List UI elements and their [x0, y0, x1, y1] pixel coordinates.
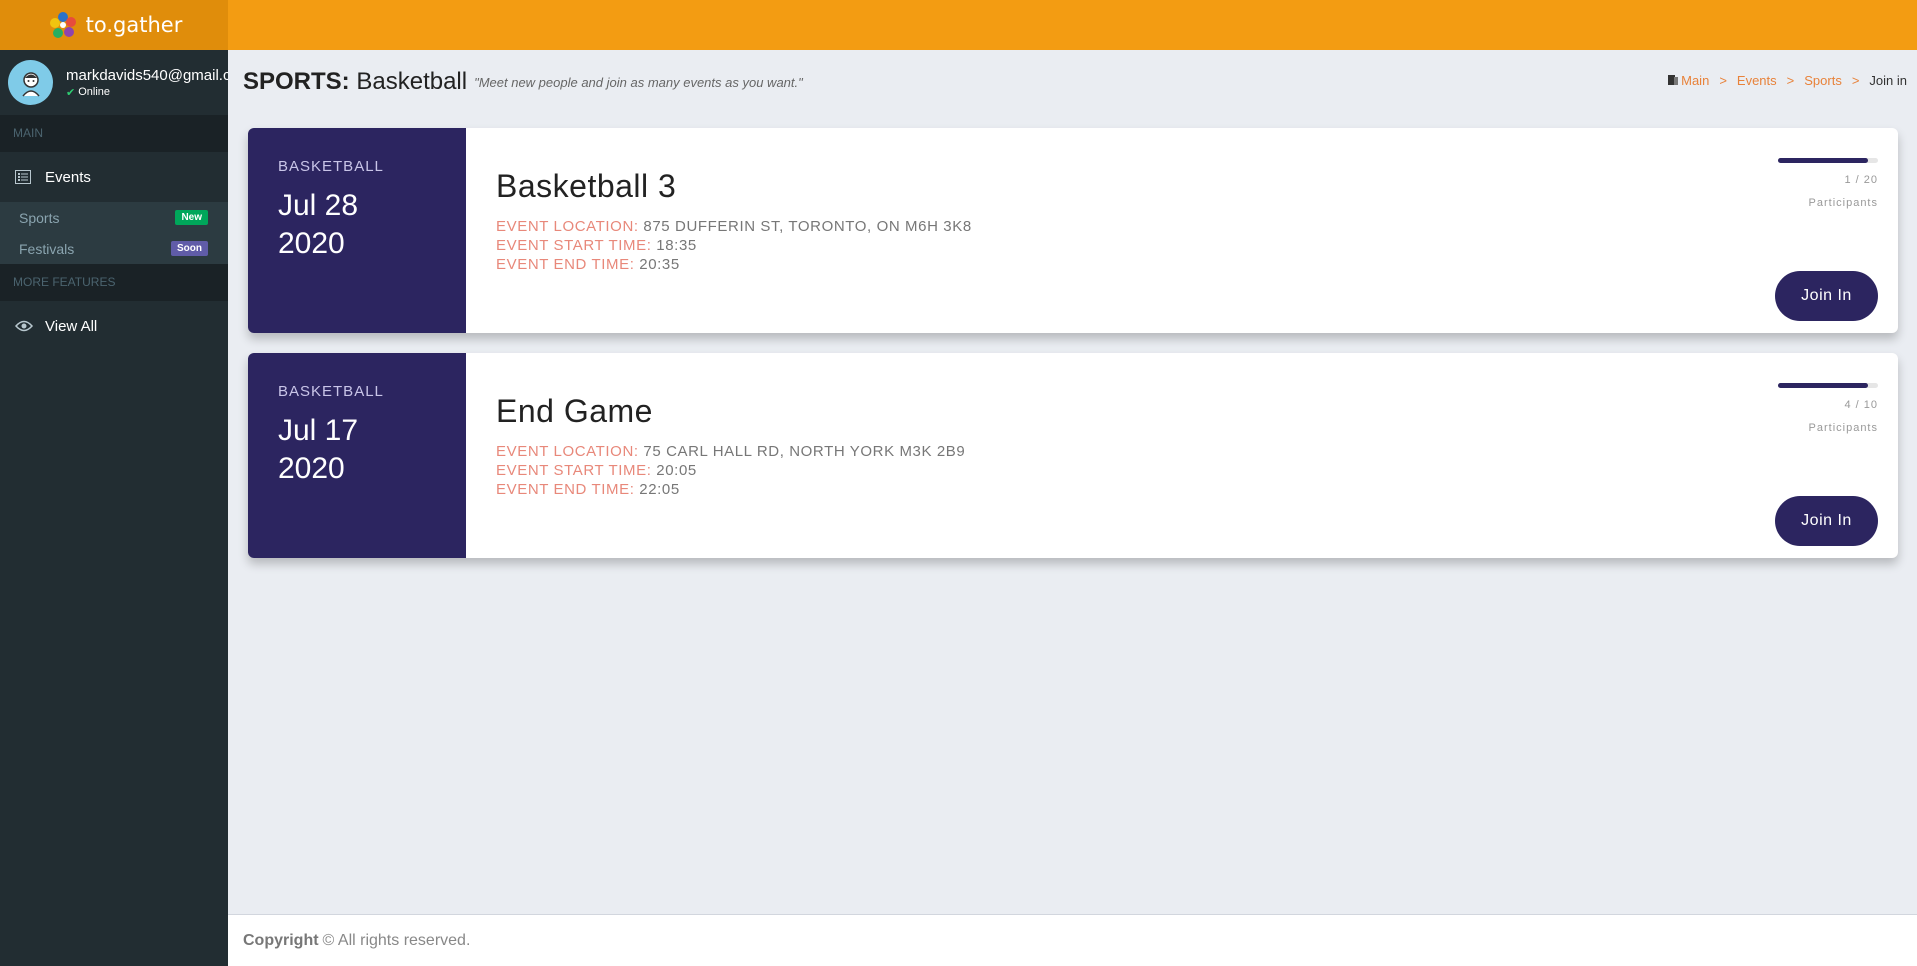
eye-icon [15, 320, 33, 332]
list-icon [15, 170, 33, 184]
event-date-panel: BASKETBALL Jul 28 2020 [248, 128, 466, 333]
status-badge: New [175, 210, 208, 225]
event-card: BASKETBALL Jul 28 2020 Basketball 3 EVEN… [248, 128, 1898, 333]
event-start-value: 20:05 [656, 462, 697, 479]
join-in-button[interactable]: Join In [1775, 496, 1878, 546]
event-title: End Game [496, 393, 653, 429]
participants-count: 4 / 10 [1844, 399, 1878, 411]
progress-track [1778, 383, 1878, 388]
event-details: End Game EVENT LOCATION: 75 CARL HALL RD… [496, 393, 965, 499]
event-end-value: 22:05 [639, 481, 680, 498]
participants-progress: 4 / 10 Participants [1778, 383, 1878, 434]
event-category: BASKETBALL [278, 158, 384, 175]
breadcrumb-separator: > [1719, 73, 1727, 88]
event-end-label: EVENT END TIME: [496, 256, 635, 273]
page-title: SPORTS: Basketball [243, 68, 467, 96]
event-date-panel: BASKETBALL Jul 17 2020 [248, 353, 466, 558]
footer: Copyright © All rights reserved. [228, 914, 1917, 966]
event-date-day: Jul 17 [278, 414, 359, 447]
breadcrumb-separator: > [1851, 73, 1860, 88]
event-location-label: EVENT LOCATION: [496, 218, 639, 235]
event-location-value: 75 CARL HALL RD, NORTH YORK M3K 2B9 [643, 443, 966, 460]
event-date: Jul 28 2020 [278, 187, 466, 263]
event-end-label: EVENT END TIME: [496, 481, 635, 498]
content-header: SPORTS: Basketball "Meet new people and … [243, 64, 1907, 100]
event-title: Basketball 3 [496, 168, 677, 204]
join-in-button[interactable]: Join In [1775, 271, 1878, 321]
progress-track [1778, 158, 1878, 163]
sidebar-item-label: Festivals [19, 240, 75, 257]
sidebar-item-view-all[interactable]: View All [0, 301, 228, 351]
event-location-label: EVENT LOCATION: [496, 443, 639, 460]
sidebar-item-label: Events [45, 168, 91, 186]
event-start-time: EVENT START TIME: 20:05 [496, 461, 965, 480]
avatar[interactable] [8, 60, 53, 105]
event-location-value: 875 DUFFERIN ST, TORONTO, ON M6H 3K8 [643, 218, 972, 235]
sidebar-item-events[interactable]: Events [0, 152, 228, 202]
progress-fill [1778, 158, 1868, 163]
event-category: BASKETBALL [278, 383, 384, 400]
participants-label: Participants [1808, 197, 1878, 209]
breadcrumb-current: Join in [1869, 73, 1907, 88]
page-title-category: SPORTS: [243, 68, 350, 95]
breadcrumb-sports[interactable]: Sports [1804, 73, 1842, 88]
status-label: Online [78, 86, 111, 98]
check-icon: ✔ [66, 86, 76, 99]
participants-label: Participants [1808, 422, 1878, 434]
progress-fill [1778, 383, 1868, 388]
event-location: EVENT LOCATION: 875 DUFFERIN ST, TORONTO… [496, 217, 972, 236]
home-icon [1667, 73, 1679, 88]
section-header-more: MORE FEATURES [0, 264, 228, 301]
events-submenu: Sports New Festivals Soon [0, 202, 228, 264]
event-location: EVENT LOCATION: 75 CARL HALL RD, NORTH Y… [496, 442, 965, 461]
participants-count: 1 / 20 [1844, 174, 1878, 186]
event-start-label: EVENT START TIME: [496, 237, 652, 254]
event-card: BASKETBALL Jul 17 2020 End Game EVENT LO… [248, 353, 1898, 558]
user-status: ✔ Online [66, 86, 228, 99]
event-date-day: Jul 28 [278, 189, 359, 222]
event-date-year: 2020 [278, 227, 345, 260]
page-tagline: "Meet new people and join as many events… [474, 74, 803, 90]
sidebar-item-label: View All [45, 317, 98, 335]
section-header-main: MAIN [0, 115, 228, 152]
sidebar-item-label: Sports [19, 209, 60, 226]
page-title-sub: Basketball [356, 68, 468, 95]
copyright-label: Copyright [243, 931, 319, 949]
logo-link[interactable]: to.gather [0, 0, 228, 50]
event-date-year: 2020 [278, 452, 345, 485]
event-end-value: 20:35 [639, 256, 680, 273]
breadcrumb-separator: > [1786, 73, 1795, 88]
event-start-time: EVENT START TIME: 18:35 [496, 236, 972, 255]
sidebar-item-festivals[interactable]: Festivals Soon [0, 233, 228, 264]
flower-logo-icon [46, 8, 80, 42]
top-navbar [228, 0, 1917, 50]
event-end-time: EVENT END TIME: 22:05 [496, 480, 965, 499]
user-panel: markdavids540@gmail.com ✔ Online [0, 50, 228, 115]
event-start-value: 18:35 [656, 237, 697, 254]
participants-progress: 1 / 20 Participants [1778, 158, 1878, 209]
event-details: Basketball 3 EVENT LOCATION: 875 DUFFERI… [496, 168, 972, 274]
event-end-time: EVENT END TIME: 20:35 [496, 255, 972, 274]
breadcrumb-events[interactable]: Events [1737, 73, 1777, 88]
sidebar-item-sports[interactable]: Sports New [0, 202, 228, 233]
breadcrumb-main[interactable]: Main [1681, 73, 1709, 88]
breadcrumb: Main > Events > Sports > Join in [1667, 73, 1907, 88]
brand-name: to.gather [85, 13, 183, 37]
event-date: Jul 17 2020 [278, 412, 466, 488]
event-start-label: EVENT START TIME: [496, 462, 652, 479]
copyright-text: © All rights reserved. [322, 931, 471, 949]
sidebar: to.gather markdavids540@gmail.com ✔ Onli… [0, 0, 228, 966]
user-email: markdavids540@gmail.com [66, 66, 228, 84]
status-badge: Soon [171, 241, 208, 256]
